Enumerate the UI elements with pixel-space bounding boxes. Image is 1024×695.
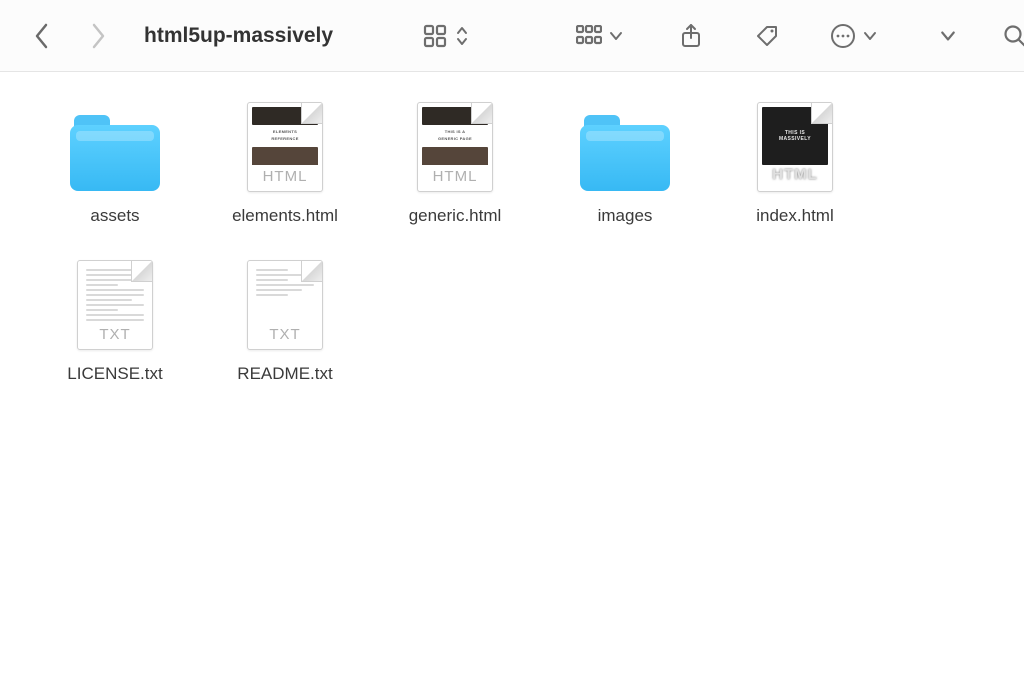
file-label: elements.html	[232, 206, 338, 226]
folder-icon	[70, 102, 160, 192]
updown-icon	[453, 25, 471, 47]
view-mode-control[interactable]	[417, 18, 471, 54]
grid-icon	[417, 18, 453, 54]
file-item[interactable]: THIS IS MASSIVELY HTML index.html	[710, 102, 880, 226]
actions-menu[interactable]	[825, 18, 879, 54]
share-button[interactable]	[673, 18, 709, 54]
chevron-down-icon	[607, 29, 625, 43]
forward-button[interactable]	[80, 18, 116, 54]
group-icon	[571, 18, 607, 54]
file-item[interactable]: assets	[30, 102, 200, 226]
search-icon	[997, 18, 1024, 54]
file-item[interactable]: TXT README.txt	[200, 260, 370, 384]
txt-file-icon: TXT	[240, 260, 330, 350]
file-label: README.txt	[237, 364, 332, 384]
file-label: index.html	[756, 206, 833, 226]
html-file-icon: ELEMENTS REFERENCE HTML	[240, 102, 330, 192]
file-item[interactable]: images	[540, 102, 710, 226]
file-grid: assets ELEMENTS REFERENCE HTML	[30, 102, 994, 384]
back-button[interactable]	[24, 18, 60, 54]
chevron-down-icon	[939, 28, 957, 44]
chevron-down-icon	[861, 29, 879, 43]
breadcrumb-title[interactable]: html5up-massively	[144, 24, 333, 48]
file-item[interactable]: ELEMENTS REFERENCE HTML elements.html	[200, 102, 370, 226]
tag-button[interactable]	[749, 18, 785, 54]
file-item[interactable]: TXT LICENSE.txt	[30, 260, 200, 384]
file-item[interactable]: THIS IS A GENERIC PAGE HTML generic.html	[370, 102, 540, 226]
toolbar: html5up-massively	[0, 0, 1024, 72]
file-grid-area: assets ELEMENTS REFERENCE HTML	[0, 72, 1024, 414]
file-label: assets	[90, 206, 139, 226]
tag-icon	[749, 18, 785, 54]
share-icon	[673, 18, 709, 54]
txt-file-icon: TXT	[70, 260, 160, 350]
folder-icon	[580, 102, 670, 192]
file-label: images	[598, 206, 653, 226]
file-label: LICENSE.txt	[67, 364, 162, 384]
file-label: generic.html	[409, 206, 502, 226]
html-file-icon: THIS IS A GENERIC PAGE HTML	[410, 102, 500, 192]
ellipsis-circle-icon	[825, 18, 861, 54]
toolbar-overflow[interactable]	[939, 28, 957, 44]
nav-arrows	[24, 18, 116, 54]
group-by-control[interactable]	[571, 18, 625, 54]
search-button[interactable]	[997, 18, 1024, 54]
html-file-icon: THIS IS MASSIVELY HTML	[750, 102, 840, 192]
